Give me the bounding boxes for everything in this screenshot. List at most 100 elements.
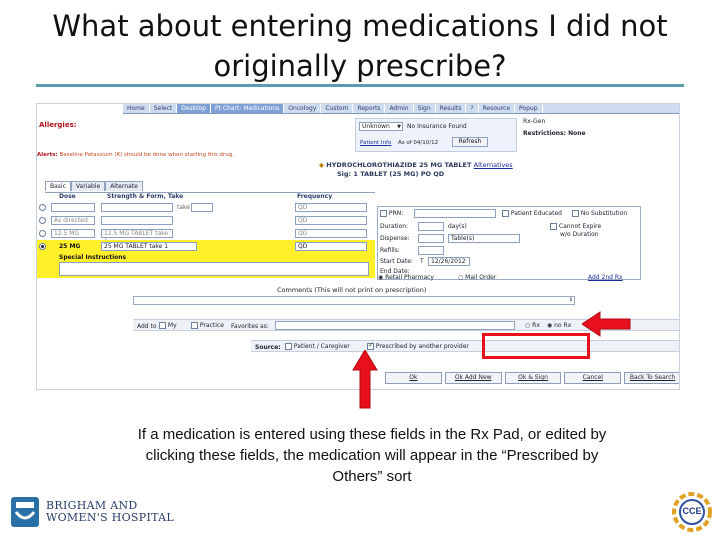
title-line-2: originally prescribe? [213, 49, 507, 83]
alerts-bar: Alerts: Baseline Potassium (K) should be… [37, 152, 679, 160]
no-substitution-checkbox[interactable] [572, 210, 579, 217]
ok-button[interactable]: Ok [385, 372, 442, 384]
insurance-select[interactable]: Unknown ▼ [359, 122, 403, 131]
no-rx-option[interactable]: ◉ no Rx [547, 322, 571, 329]
dose-radio[interactable] [39, 230, 46, 237]
frequency-select[interactable]: QD [295, 216, 367, 225]
tab-variable[interactable]: Variable [70, 181, 106, 191]
dose-row[interactable]: 12.5 MG 12.5 MG TABLET take 1 QD [37, 227, 375, 245]
my-favorites-checkbox[interactable] [159, 322, 166, 329]
mail-order-option[interactable]: ○ Mail Order [458, 274, 496, 281]
alternatives-link[interactable]: Alternatives [474, 161, 513, 169]
menu-pt-chart-medications[interactable]: Pt Chart: Medications [210, 104, 285, 113]
strength-select[interactable] [101, 216, 173, 225]
no-substitution-label: No Substitution [580, 210, 628, 217]
dose-input[interactable] [51, 203, 95, 212]
dose-row[interactable]: As directed QD [37, 214, 375, 227]
menu-sign[interactable]: Sign [414, 104, 436, 113]
refresh-button[interactable]: Refresh [452, 137, 488, 147]
menu-resource[interactable]: Resource [479, 104, 516, 113]
ok-add-new-button[interactable]: Ok Add New [444, 372, 502, 384]
add-2nd-rx-link[interactable]: Add 2nd Rx [588, 274, 623, 281]
prescribed-by-another-field: Prescribed by another provider [367, 341, 469, 350]
back-to-search-button[interactable]: Back To Search [624, 372, 679, 384]
take-select[interactable] [191, 203, 213, 212]
strength-select[interactable]: 25 MG TABLET take 1 [101, 242, 197, 251]
prn-label: PRN: [388, 210, 404, 217]
strength-header: Strength & Form, Take [107, 193, 184, 200]
dose-input[interactable]: 12.5 MG [51, 229, 95, 238]
prn-field: PRN: [380, 210, 403, 217]
practice-favorites-checkbox[interactable] [191, 322, 198, 329]
duration-input[interactable] [418, 222, 444, 231]
menu-home[interactable]: Home [123, 104, 150, 113]
menu-desktop[interactable]: Desktop [177, 104, 211, 113]
frequency-select[interactable]: QD [295, 203, 367, 212]
as-of-date: As of 04/10/12 [398, 140, 439, 146]
action-buttons: Ok Ok Add New Ok & Sign Cancel Back To S… [385, 372, 679, 384]
menu-oncology[interactable]: Oncology [284, 104, 322, 113]
menu-custom[interactable]: Custom [321, 104, 354, 113]
tab-basic[interactable]: Basic [45, 181, 71, 191]
source-bar: Source: Patient / Caregiver Prescribed b… [251, 340, 679, 352]
prescribed-by-another-checkbox[interactable] [367, 341, 374, 350]
practice-favorites-field: Practice [191, 322, 224, 329]
refills-input[interactable] [418, 246, 444, 255]
dispense-input[interactable] [418, 234, 444, 243]
slide-title: What about entering medications I did no… [0, 6, 720, 86]
rx-gen-label: Rx-Gen [523, 118, 546, 125]
frequency-select[interactable]: QD [295, 242, 367, 251]
duration-label: Duration: [380, 223, 409, 230]
menu-admin[interactable]: Admin [385, 104, 414, 113]
cancel-button[interactable]: Cancel [564, 372, 622, 384]
dose-radio-selected[interactable] [39, 243, 46, 250]
prn-select[interactable] [414, 209, 496, 218]
patient-educated-label: Patient Educated [510, 210, 562, 217]
dose-radio[interactable] [39, 217, 46, 224]
menu-reports[interactable]: Reports [353, 104, 386, 113]
menu-select[interactable]: Select [150, 104, 178, 113]
patient-educated-checkbox[interactable] [502, 210, 509, 217]
scroll-arrows-icon[interactable]: ⇕ [569, 297, 573, 303]
patient-info-link[interactable]: Patient Info [360, 140, 391, 146]
drug-name: HYDROCHLOROTHIAZIDE 25 MG TABLET [326, 161, 472, 169]
rx-option[interactable]: ○ Rx [525, 322, 540, 329]
special-instructions-label: Special Instructions [59, 254, 127, 261]
strength-select[interactable]: 12.5 MG TABLET take 1 [101, 229, 173, 245]
pill-icon: ◆ [319, 161, 324, 169]
cannot-expire-checkbox[interactable] [550, 223, 557, 230]
dose-radio[interactable] [39, 204, 46, 211]
rx-label: Rx [532, 322, 540, 329]
patient-caregiver-checkbox[interactable] [285, 343, 292, 350]
dose-row[interactable]: take QD [37, 201, 375, 214]
left-arrow-icon [582, 311, 631, 337]
comments-input[interactable]: ⇕ [133, 296, 575, 305]
dose-grid-header: Dose Strength & Form, Take Frequency [45, 192, 375, 200]
slide-caption: If a medication is entered using these f… [104, 424, 640, 487]
favorites-name-input[interactable] [275, 321, 515, 330]
brigham-womens-logo: BRIGHAM AND WOMEN'S HOSPITAL [10, 496, 174, 528]
insurance-select-value: Unknown [362, 123, 390, 130]
dispense-unit-select[interactable]: Table(s) [448, 234, 520, 243]
menu-results[interactable]: Results [436, 104, 467, 113]
no-rx-label: no Rx [554, 322, 572, 329]
cce-text: CCE [682, 506, 702, 516]
dose-grid: take QD As directed QD 12.5 MG 12.5 MG T… [37, 201, 377, 281]
radio-selected-icon: ◉ [378, 274, 384, 281]
tab-alternate[interactable]: Alternate [105, 181, 143, 191]
dose-row-selected[interactable]: 25 MG 25 MG TABLET take 1 QD Special Ins… [37, 240, 375, 278]
strength-select[interactable] [101, 203, 173, 212]
special-instructions-input[interactable] [59, 262, 369, 276]
menu-help[interactable]: ? [466, 104, 479, 113]
dose-input[interactable]: As directed [51, 216, 95, 225]
start-date-input[interactable]: 12/26/2012 [428, 257, 470, 266]
dose-value: 25 MG [59, 243, 81, 250]
retail-pharmacy-option[interactable]: ◉ Retail Pharmacy [378, 274, 434, 281]
ok-sign-button[interactable]: Ok & Sign [504, 372, 562, 384]
prn-checkbox[interactable] [380, 210, 387, 217]
wo-duration-label: w/o Duration [560, 231, 599, 238]
frequency-select[interactable]: QD [295, 229, 367, 238]
menu-popup[interactable]: Popup [515, 104, 543, 113]
title-line-1: What about entering medications I did no… [52, 9, 668, 43]
duration-unit: day(s) [448, 223, 467, 230]
